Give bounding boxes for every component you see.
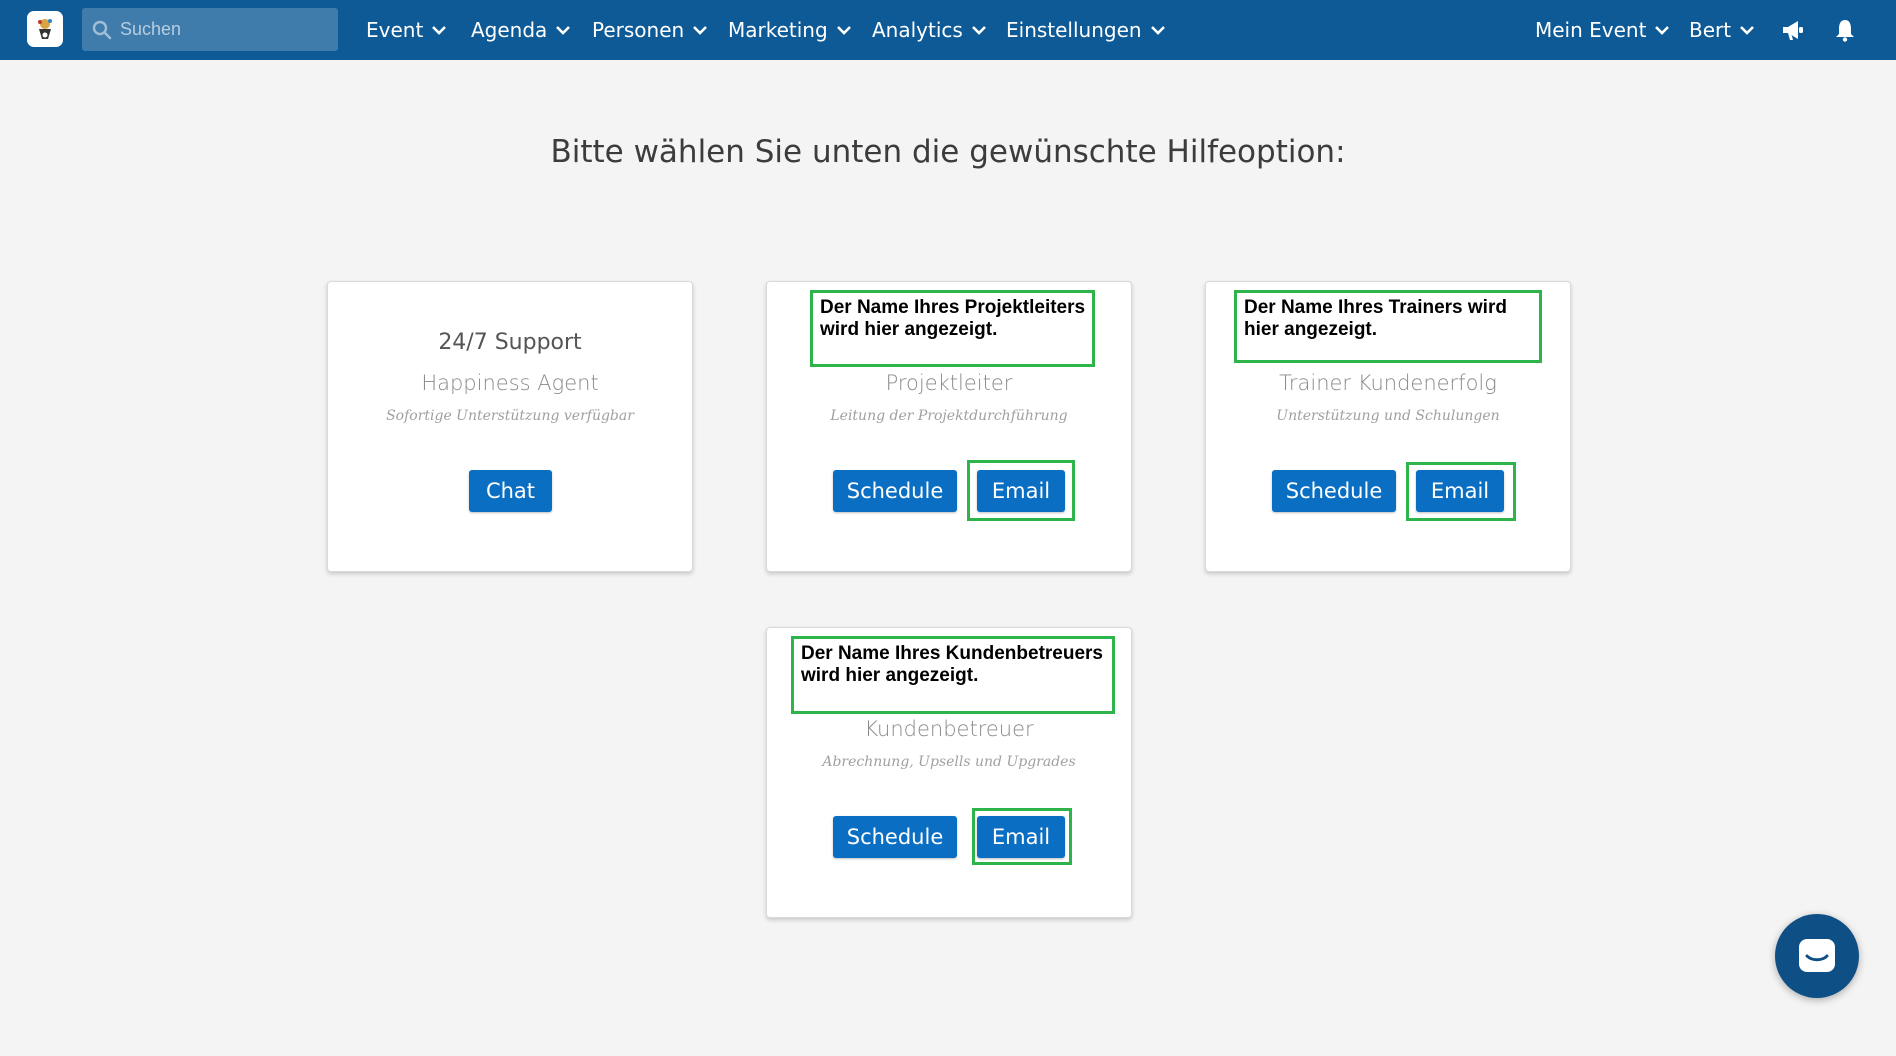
chevron-down-icon xyxy=(693,26,708,35)
chevron-down-icon xyxy=(836,26,851,35)
email-button[interactable]: Email xyxy=(977,470,1065,512)
nav-menu-marketing[interactable]: Marketing xyxy=(728,0,852,60)
chevron-down-icon xyxy=(432,26,447,35)
card-description: Unterstützung und Schulungen xyxy=(1276,408,1500,424)
megaphone-icon[interactable] xyxy=(1780,17,1806,43)
card-description: Abrechnung, Upsells und Upgrades xyxy=(822,754,1076,770)
schedule-button[interactable]: Schedule xyxy=(833,470,957,512)
search-box[interactable] xyxy=(82,8,338,51)
card-heading: 24/7 Support xyxy=(438,330,582,355)
card-role: Projektleiter xyxy=(885,371,1013,395)
top-navbar: Event Agenda Personen Marketing Analytic… xyxy=(0,0,1896,60)
nav-menu-label: Mein Event xyxy=(1535,18,1647,42)
search-icon xyxy=(92,20,112,39)
card-description: Sofortige Unterstützung verfügbar xyxy=(386,408,634,424)
chevron-down-icon xyxy=(1150,26,1165,35)
nav-menu-label: Einstellungen xyxy=(1006,18,1142,42)
project-manager-card: Der Name Ihres Projektleiters wird hier … xyxy=(766,281,1132,572)
card-role: Trainer Kundenerfolg xyxy=(1279,371,1497,395)
page-title: Bitte wählen Sie unten die gewünschte Hi… xyxy=(550,134,1346,170)
chevron-down-icon xyxy=(1655,26,1670,35)
card-description: Leitung der Projektdurchführung xyxy=(830,408,1068,424)
nav-menu-label: Bert xyxy=(1689,18,1732,42)
name-placeholder-note: Der Name Ihres Projektleiters wird hier … xyxy=(810,290,1095,367)
chat-launcher-button[interactable] xyxy=(1775,914,1859,998)
nav-menu-personen[interactable]: Personen xyxy=(592,0,708,60)
schedule-button[interactable]: Schedule xyxy=(833,816,957,858)
nav-menu-einstellungen[interactable]: Einstellungen xyxy=(1006,0,1166,60)
chevron-down-icon xyxy=(1740,26,1755,35)
chevron-down-icon xyxy=(971,26,986,35)
nav-menu-label: Analytics xyxy=(872,18,963,42)
support-card: 24/7 Support Happiness Agent Sofortige U… xyxy=(327,281,693,572)
email-button[interactable]: Email xyxy=(1416,470,1504,512)
chat-bubble-icon xyxy=(1799,939,1835,972)
chat-button[interactable]: Chat xyxy=(469,470,552,512)
nav-menu-mein-event[interactable]: Mein Event xyxy=(1535,0,1670,60)
name-placeholder-note: Der Name Ihres Kundenbetreuers wird hier… xyxy=(791,636,1115,714)
app-logo[interactable] xyxy=(27,11,63,47)
chevron-down-icon xyxy=(556,26,571,35)
trainer-card: Der Name Ihres Trainers wird hier angeze… xyxy=(1205,281,1571,572)
nav-menu-label: Personen xyxy=(592,18,685,42)
name-placeholder-note: Der Name Ihres Trainers wird hier angeze… xyxy=(1234,290,1542,363)
card-role: Happiness Agent xyxy=(421,371,599,395)
nav-menu-analytics[interactable]: Analytics xyxy=(872,0,987,60)
search-input[interactable] xyxy=(120,19,320,40)
card-role: Kundenbetreuer xyxy=(864,717,1034,741)
account-manager-card: Der Name Ihres Kundenbetreuers wird hier… xyxy=(766,627,1132,918)
nav-menu-event[interactable]: Event xyxy=(366,0,447,60)
bell-icon[interactable] xyxy=(1832,17,1858,43)
email-button[interactable]: Email xyxy=(977,816,1065,858)
schedule-button[interactable]: Schedule xyxy=(1272,470,1396,512)
nav-menu-label: Agenda xyxy=(471,18,548,42)
nav-menu-label: Marketing xyxy=(728,18,828,42)
nav-menu-agenda[interactable]: Agenda xyxy=(471,0,571,60)
logo-icon xyxy=(38,19,52,39)
nav-menu-label: Event xyxy=(366,18,424,42)
nav-menu-user[interactable]: Bert xyxy=(1689,0,1755,60)
